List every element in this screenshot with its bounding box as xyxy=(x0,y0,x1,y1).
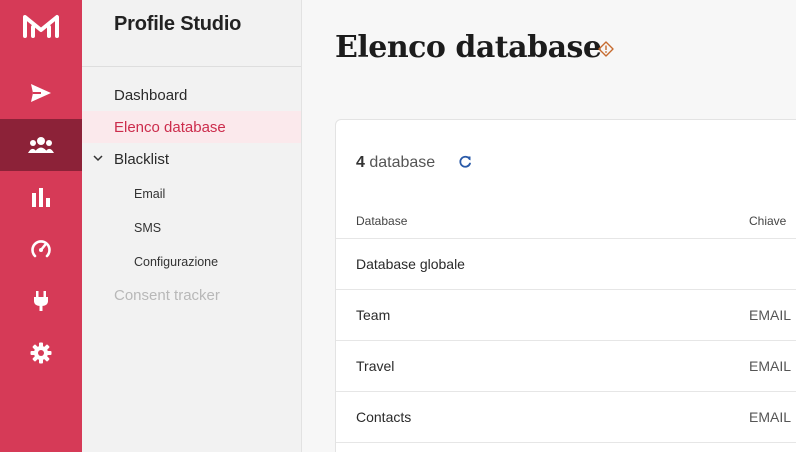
table-row[interactable]: Contacts EMAIL xyxy=(336,391,796,442)
sidebar-item-label: Consent tracker xyxy=(114,286,220,304)
database-list-card: 4 database Database Chiave Database glob… xyxy=(335,119,796,452)
app-title: Profile Studio xyxy=(114,13,242,35)
column-header-database[interactable]: Database xyxy=(356,214,407,228)
cell-database: Contacts xyxy=(356,409,412,425)
rail-item-integrations[interactable] xyxy=(0,275,82,327)
sidebar-item-elenco-database[interactable]: Elenco database xyxy=(82,111,301,143)
sidebar-item-label: Blacklist xyxy=(114,150,170,168)
refresh-icon[interactable] xyxy=(458,155,472,169)
sidebar-item-label: Email xyxy=(134,187,166,201)
sidebar-item-consent-tracker: Consent tracker xyxy=(82,279,301,311)
secondary-sidebar: Profile Studio Dashboard Elenco database… xyxy=(82,0,302,452)
gear-icon xyxy=(30,342,52,364)
logo-icon xyxy=(23,15,59,38)
main-content: Elenco database 4 database Database Chia… xyxy=(302,0,796,452)
rail-item-settings[interactable] xyxy=(0,327,82,379)
cell-database: Database globale xyxy=(356,256,465,272)
sidebar-item-dashboard[interactable]: Dashboard xyxy=(82,79,301,111)
cell-database: Travel xyxy=(356,358,395,374)
table-row[interactable]: Database globale xyxy=(336,238,796,289)
rail-item-gauge[interactable] xyxy=(0,223,82,275)
database-count: 4 database xyxy=(356,154,435,172)
cell-chiave: EMAIL xyxy=(749,358,792,374)
users-icon xyxy=(28,137,54,153)
app-logo[interactable] xyxy=(0,0,82,52)
page-title: Elenco database xyxy=(335,30,602,65)
bar-chart-icon xyxy=(32,188,50,207)
column-header-chiave[interactable]: Chiave xyxy=(749,214,786,228)
sidebar-item-label: Configurazione xyxy=(134,255,219,269)
sidebar-item-configurazione[interactable]: Configurazione xyxy=(82,246,301,278)
database-count-label: database xyxy=(369,154,436,171)
chevron-down-icon xyxy=(93,155,103,162)
rail-item-stats[interactable] xyxy=(0,171,82,223)
table-row[interactable]: Travel EMAIL xyxy=(336,340,796,391)
rail-item-users[interactable] xyxy=(0,119,82,171)
database-count-number: 4 xyxy=(356,154,365,171)
plug-icon xyxy=(34,291,48,311)
sidebar-item-label: SMS xyxy=(134,221,162,235)
table-row[interactable]: Team EMAIL xyxy=(336,289,796,340)
table-row-divider xyxy=(336,442,796,452)
sidebar-item-blacklist[interactable]: Blacklist xyxy=(82,143,301,175)
warning-icon[interactable] xyxy=(598,41,614,57)
sidebar-item-label: Dashboard xyxy=(114,86,188,104)
gauge-icon xyxy=(31,240,51,258)
icon-rail xyxy=(0,0,82,452)
rail-item-send[interactable] xyxy=(0,67,82,119)
cell-chiave: EMAIL xyxy=(749,307,792,323)
cell-database: Team xyxy=(356,307,391,323)
sidebar-item-email[interactable]: Email xyxy=(82,178,301,210)
sidebar-item-label: Elenco database xyxy=(114,118,226,136)
sidebar-header: Profile Studio xyxy=(82,0,301,67)
sidebar-item-sms[interactable]: SMS xyxy=(82,212,301,244)
cell-chiave: EMAIL xyxy=(749,409,792,425)
send-icon xyxy=(31,84,51,102)
